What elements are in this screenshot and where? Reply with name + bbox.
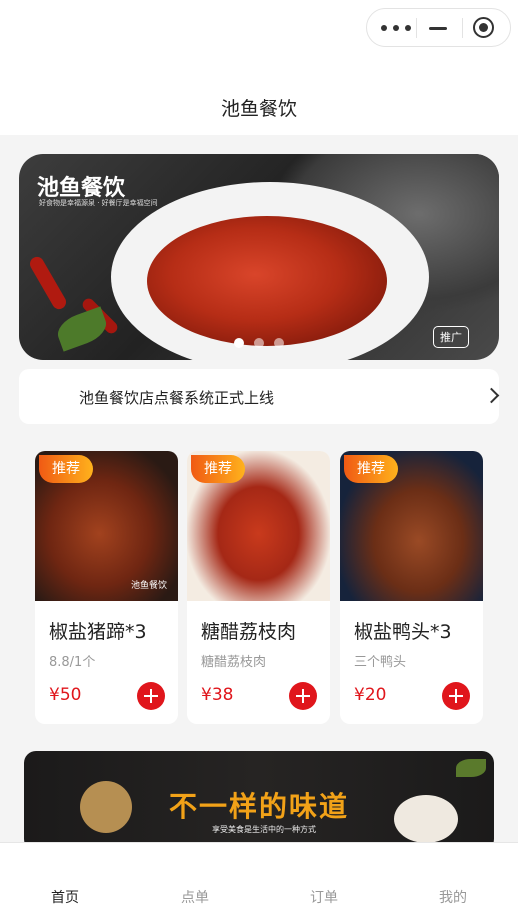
product-name: 糖醋荔枝肉 (201, 621, 297, 643)
tab-home[interactable]: 首页 (25, 887, 105, 907)
carousel-dot[interactable] (234, 338, 244, 348)
spice-bowl-image (80, 781, 132, 833)
capsule-divider (462, 18, 463, 38)
product-name: 椒盐猪蹄*3 (49, 621, 147, 643)
header-bar: 池鱼餐饮 (0, 0, 518, 135)
product-price: ¥38 (201, 685, 234, 705)
banner-slogan: 好食物是幸福源泉 · 好餐厅是幸福空间 (39, 199, 158, 207)
promo-slogan: 不一样的味道 (168, 790, 349, 823)
product-card[interactable]: 推荐 椒盐鸭头*3 三个鸭头 ¥20 (340, 451, 483, 724)
promo-subtitle: 享受美食是生活中的一种方式 (212, 825, 316, 834)
carousel-dot[interactable] (254, 338, 264, 348)
recommend-badge: 推荐 (344, 455, 398, 483)
ad-badge: 推广 (433, 326, 469, 348)
page-title: 池鱼餐饮 (220, 98, 297, 120)
chevron-right-icon (483, 387, 500, 404)
add-to-cart-button[interactable] (289, 682, 317, 710)
promo-banner[interactable]: 不一样的味道 享受美食是生活中的一种方式 (24, 751, 494, 851)
mini-program-capsule (366, 8, 511, 47)
leaf-decoration (53, 306, 111, 352)
add-to-cart-button[interactable] (137, 682, 165, 710)
record-target-icon[interactable] (473, 17, 494, 38)
product-card[interactable]: 推荐 糖醋荔枝肉 糖醋荔枝肉 ¥38 (187, 451, 330, 724)
recommend-badge: 推荐 (191, 455, 245, 483)
product-card[interactable]: 池鱼餐饮 推荐 椒盐猪蹄*3 8.8/1个 ¥50 (35, 451, 178, 724)
recommend-badge: 推荐 (39, 455, 93, 483)
bottom-tab-bar: 首页 点单 订单 我的 (0, 842, 518, 920)
product-desc: 8.8/1个 (49, 655, 96, 670)
chili-decoration (27, 254, 69, 312)
rice-bowl-image (394, 795, 458, 843)
banner-crayfish-image (147, 216, 387, 346)
capsule-divider (416, 18, 417, 38)
tab-order-menu[interactable]: 点单 (155, 887, 235, 907)
product-list: 池鱼餐饮 推荐 椒盐猪蹄*3 8.8/1个 ¥50 推荐 糖醋荔枝肉 糖醋荔枝肉… (35, 451, 485, 724)
leaf-decoration (456, 759, 486, 777)
banner-carousel[interactable]: 池鱼餐饮 好食物是幸福源泉 · 好餐厅是幸福空间 推广 (19, 154, 499, 360)
product-desc: 糖醋荔枝肉 (201, 655, 267, 670)
notice-text: 池鱼餐饮店点餐系统正式上线 (79, 389, 275, 407)
add-to-cart-button[interactable] (442, 682, 470, 710)
more-dots-icon[interactable] (381, 22, 415, 34)
carousel-indicators (234, 338, 294, 348)
minimize-icon[interactable] (429, 27, 447, 30)
tab-orders[interactable]: 订单 (284, 887, 364, 907)
carousel-dot[interactable] (274, 338, 284, 348)
product-desc: 三个鸭头 (354, 655, 407, 670)
product-name: 椒盐鸭头*3 (354, 621, 452, 643)
product-image-caption: 池鱼餐饮 (131, 581, 168, 591)
product-price: ¥50 (49, 685, 82, 705)
notice-bar[interactable]: 池鱼餐饮店点餐系统正式上线 (19, 369, 500, 424)
product-price: ¥20 (354, 685, 387, 705)
tab-profile[interactable]: 我的 (413, 887, 493, 907)
